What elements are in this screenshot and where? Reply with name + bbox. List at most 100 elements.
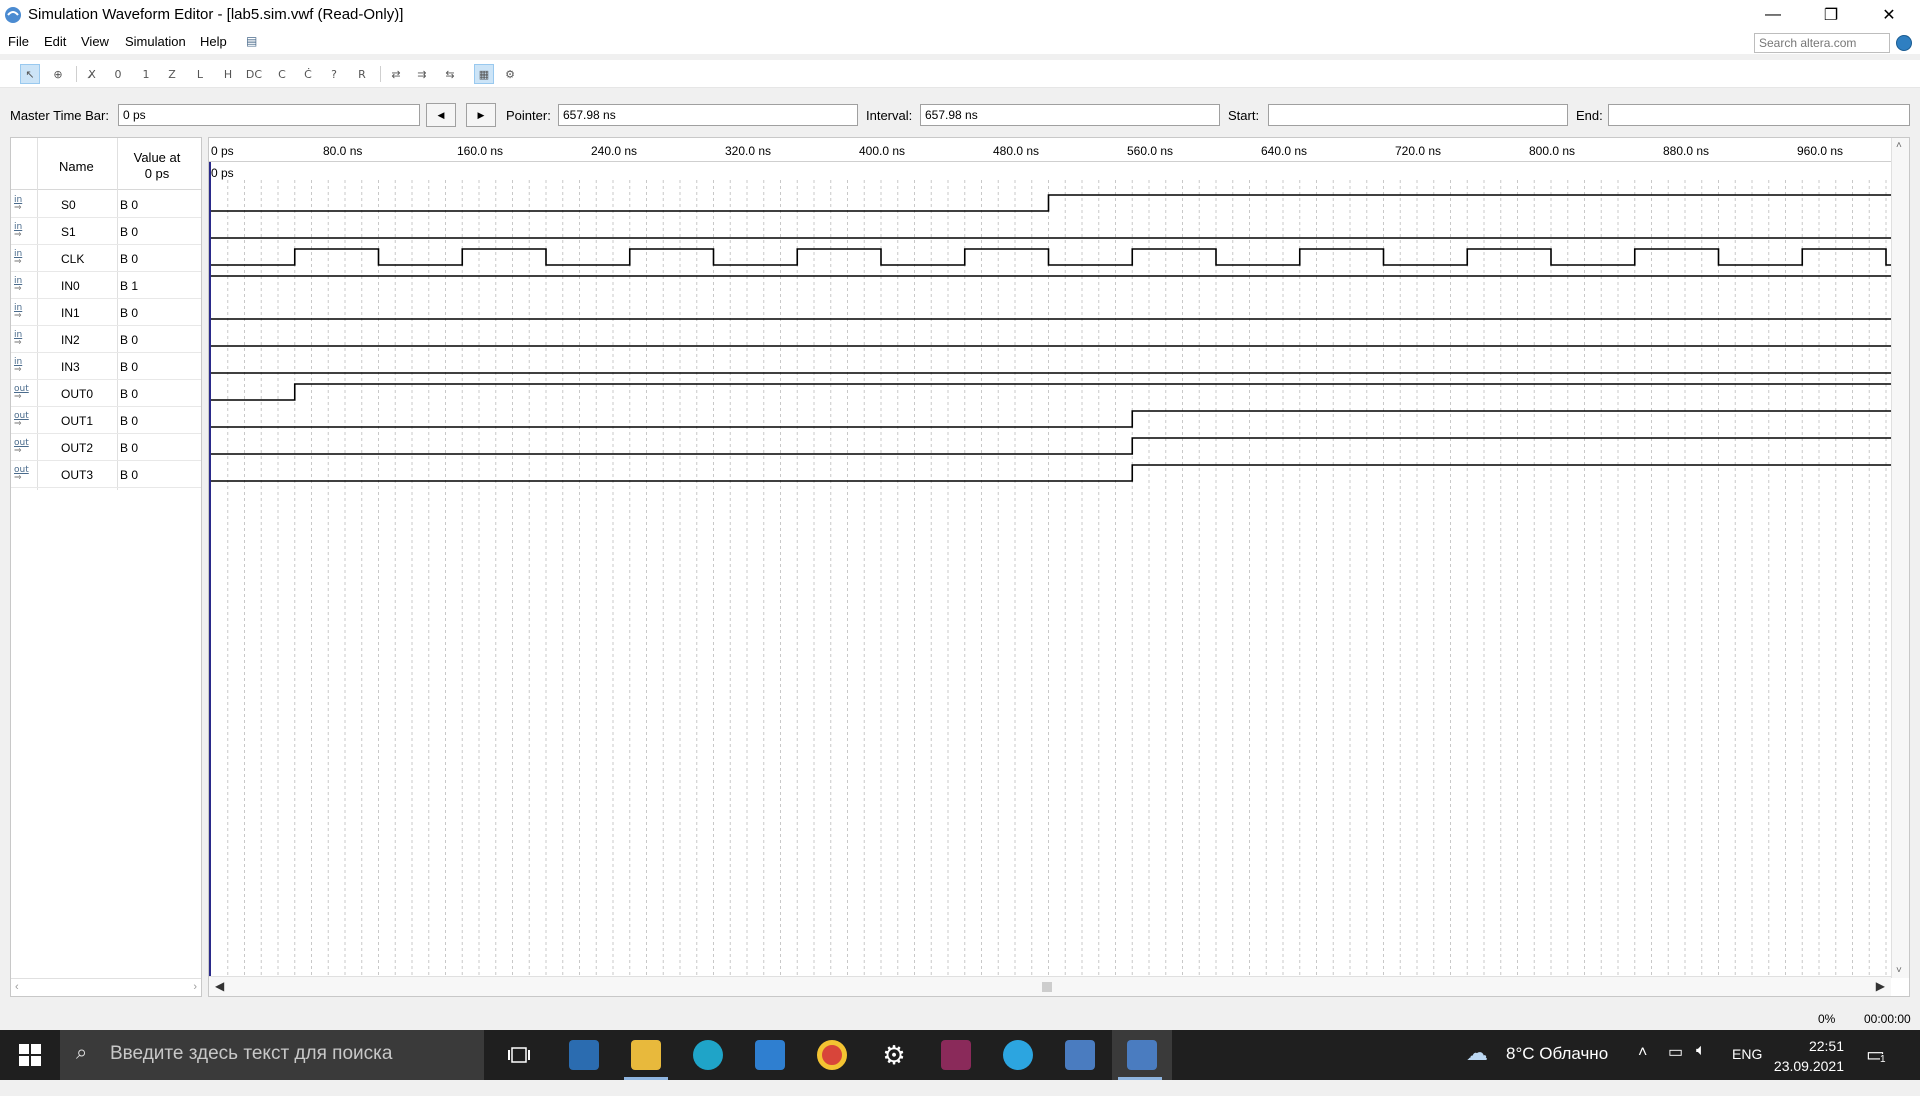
pointer-field[interactable]: 657.98 ns bbox=[558, 104, 858, 126]
signal-row-in2[interactable]: in ⇒ IN2 B 0 bbox=[11, 326, 201, 353]
telegram-icon[interactable] bbox=[990, 1030, 1046, 1080]
selection-tool-icon[interactable]: ↖ bbox=[20, 64, 40, 84]
waveform-trace-clk[interactable] bbox=[211, 248, 1891, 266]
settings-grid-icon[interactable]: ⚙ bbox=[500, 64, 520, 84]
waveform-canvas[interactable] bbox=[209, 138, 1891, 978]
signal-name: OUT2 bbox=[61, 441, 94, 455]
minimize-button[interactable]: — bbox=[1744, 0, 1802, 30]
search-input[interactable]: Search altera.com bbox=[1754, 33, 1890, 53]
notifications-button[interactable]: ▭ 1 bbox=[1866, 1042, 1886, 1092]
scroll-left-icon[interactable]: ‹ bbox=[15, 981, 19, 993]
high-impedance-icon[interactable]: Z bbox=[162, 64, 182, 84]
waveform-trace-out1[interactable] bbox=[211, 410, 1891, 428]
volume-icon[interactable]: 🔈︎ bbox=[1696, 1042, 1706, 1092]
wave-scroll-thumb[interactable] bbox=[1042, 982, 1052, 992]
random-value-icon[interactable]: R bbox=[352, 64, 372, 84]
signal-value: B 0 bbox=[120, 306, 139, 320]
waveform-hscroll[interactable]: ◀ ▶ bbox=[209, 976, 1891, 996]
signal-row-out0[interactable]: out ⇒ OUT0 B 0 bbox=[11, 380, 201, 407]
zoom-tool-icon[interactable]: ⊕ bbox=[48, 64, 68, 84]
name-column-header[interactable]: Name bbox=[59, 159, 94, 174]
value-column-header[interactable]: Value at 0 ps bbox=[117, 150, 197, 182]
quartus-active-icon[interactable] bbox=[1112, 1030, 1172, 1080]
winrar-icon[interactable] bbox=[928, 1030, 984, 1080]
master-time-bar-field[interactable]: 0 ps bbox=[118, 104, 420, 126]
feedback-icon[interactable]: ▤ bbox=[246, 34, 257, 48]
signal-row-out2[interactable]: out ⇒ OUT2 B 0 bbox=[11, 434, 201, 461]
force-low-icon[interactable]: 0 bbox=[108, 64, 128, 84]
force-high-icon[interactable]: 1 bbox=[136, 64, 156, 84]
quartus-icon[interactable] bbox=[1052, 1030, 1108, 1080]
signal-name: CLK bbox=[61, 252, 85, 266]
clock-time: 22:51 bbox=[1808, 1038, 1844, 1054]
signal-name: OUT3 bbox=[61, 468, 94, 482]
menu-simulation[interactable]: Simulation bbox=[125, 34, 186, 49]
compress-icon[interactable]: ⇆ bbox=[440, 64, 460, 84]
uninitialized-icon[interactable]: X̸ bbox=[82, 64, 102, 84]
file-explorer-icon[interactable] bbox=[618, 1030, 674, 1080]
start-field[interactable] bbox=[1268, 104, 1568, 126]
output-pin-icon: out ⇒ bbox=[14, 411, 29, 429]
interval-field[interactable]: 657.98 ns bbox=[920, 104, 1220, 126]
snap-to-grid-icon[interactable]: ⇄ bbox=[386, 64, 406, 84]
signal-row-out3[interactable]: out ⇒ OUT3 B 0 bbox=[11, 461, 201, 488]
tray-chevron-icon[interactable]: ˄ bbox=[1638, 1044, 1647, 1094]
prev-transition-button[interactable]: ◀ bbox=[426, 103, 456, 127]
waveform-trace-out0[interactable] bbox=[211, 383, 1891, 401]
signal-row-s0[interactable]: in ⇒ S0 B 0 bbox=[11, 191, 201, 218]
windows-logo-icon bbox=[19, 1044, 41, 1066]
waveform-panel[interactable]: 0 ps 80.0 ns 160.0 ns 240.0 ns 320.0 ns 400.0… bbox=[208, 137, 1910, 997]
language-indicator[interactable]: ENG bbox=[1732, 1046, 1762, 1096]
close-button[interactable]: ✕ bbox=[1860, 0, 1918, 30]
start-button[interactable] bbox=[0, 1030, 60, 1080]
settings-icon[interactable]: ⚙ bbox=[866, 1030, 922, 1080]
wave-scroll-left-icon[interactable]: ◀ bbox=[215, 979, 224, 993]
toolbar: ↖ ⊕ X̸ 0 1 Z L H DC C Ċ ? R ⇄ ⇉ ⇆ ▦ ⚙ bbox=[0, 60, 1920, 88]
restore-button[interactable]: ❐ bbox=[1802, 0, 1860, 30]
end-field[interactable] bbox=[1608, 104, 1910, 126]
signal-list-hscroll[interactable]: ‹ › bbox=[11, 978, 201, 996]
count-value-icon[interactable]: Ċ bbox=[298, 64, 318, 84]
menu-view[interactable]: View bbox=[81, 34, 109, 49]
signal-row-in3[interactable]: in ⇒ IN3 B 0 bbox=[11, 353, 201, 380]
menu-edit[interactable]: Edit bbox=[44, 34, 66, 49]
signal-row-in0[interactable]: in ⇒ IN0 B 1 bbox=[11, 272, 201, 299]
signal-row-s1[interactable]: in ⇒ S1 B 0 bbox=[11, 218, 201, 245]
edge-icon[interactable] bbox=[680, 1030, 736, 1080]
scroll-up-icon[interactable]: ˄ bbox=[1896, 140, 1902, 151]
waveform-trace-out3[interactable] bbox=[211, 464, 1891, 482]
waveform-vscroll[interactable]: ˄ ˅ bbox=[1891, 138, 1909, 978]
signal-row-in1[interactable]: in ⇒ IN1 B 0 bbox=[11, 299, 201, 326]
scroll-down-icon[interactable]: ˅ bbox=[1896, 965, 1902, 976]
taskbar-search[interactable]: ⌕ Введите здесь текст для поиска bbox=[60, 1030, 484, 1080]
scroll-right-icon[interactable]: › bbox=[193, 981, 197, 993]
task-view-icon[interactable] bbox=[492, 1030, 548, 1080]
mail-icon[interactable] bbox=[742, 1030, 798, 1080]
dont-care-icon[interactable]: DC bbox=[244, 64, 264, 84]
next-transition-button[interactable]: ▶ bbox=[466, 103, 496, 127]
signal-row-clk[interactable]: in ⇒ CLK B 0 bbox=[11, 245, 201, 272]
signal-name: IN1 bbox=[61, 306, 80, 320]
menu-help[interactable]: Help bbox=[200, 34, 227, 49]
weak-high-icon[interactable]: H bbox=[218, 64, 238, 84]
chrome-icon[interactable] bbox=[804, 1030, 860, 1080]
signal-value: B 0 bbox=[120, 414, 139, 428]
clock[interactable]: 22:51 23.09.2021 bbox=[1768, 1036, 1844, 1076]
signal-name: S0 bbox=[61, 198, 76, 212]
signal-row-out1[interactable]: out ⇒ OUT1 B 0 bbox=[11, 407, 201, 434]
waveform-trace-out2[interactable] bbox=[211, 437, 1891, 455]
stretch-icon[interactable]: ⇉ bbox=[412, 64, 432, 84]
waveform-trace-s0[interactable] bbox=[211, 194, 1891, 212]
network-icon[interactable]: ▭ bbox=[1668, 1042, 1683, 1092]
time-bar: Master Time Bar: 0 ps ◀ ▶ Pointer: 657.9… bbox=[0, 100, 1920, 130]
signal-value: B 0 bbox=[120, 441, 139, 455]
store-icon[interactable] bbox=[556, 1030, 612, 1080]
arbitrary-value-icon[interactable]: ? bbox=[324, 64, 344, 84]
globe-icon[interactable] bbox=[1896, 35, 1912, 51]
clock-icon[interactable]: C bbox=[272, 64, 292, 84]
signal-value: B 0 bbox=[120, 252, 139, 266]
wave-scroll-right-icon[interactable]: ▶ bbox=[1876, 979, 1885, 993]
menu-file[interactable]: File bbox=[8, 34, 29, 49]
grid-toggle-icon[interactable]: ▦ bbox=[474, 64, 494, 84]
weak-low-icon[interactable]: L bbox=[190, 64, 210, 84]
